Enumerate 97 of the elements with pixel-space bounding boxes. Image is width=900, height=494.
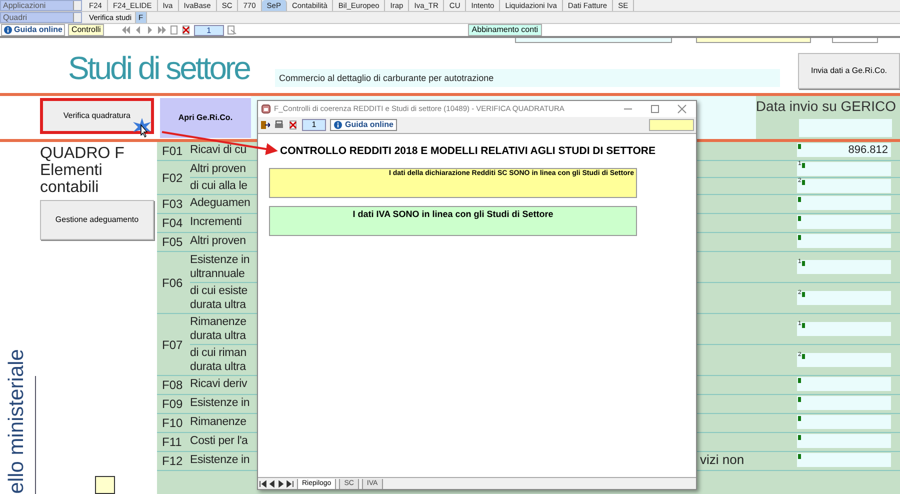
row-code: F11 xyxy=(162,434,182,451)
row-code: F05 xyxy=(162,234,183,251)
match-accounts-button[interactable]: Abbinamento conti xyxy=(468,24,542,36)
send-button[interactable]: Invia dati a Ge.Ri.Co. xyxy=(798,53,900,89)
message-text: I dati IVA SONO in linea con gli Studi di Settore xyxy=(352,208,554,221)
page-title: Studi di settore xyxy=(68,49,250,88)
mark-icon xyxy=(798,454,801,459)
adjust-button[interactable]: Gestione adeguamento xyxy=(40,200,154,240)
activity-field: Commercio al dettaglio di carburante per autotrazione xyxy=(275,69,780,87)
mark-icon xyxy=(802,292,805,297)
dialog-heading: CONTROLLO REDDITI 2018 E MODELLI RELATIVI AGLI STUDI DI SETTORE xyxy=(279,144,656,159)
cursor-icon xyxy=(133,118,153,138)
row-label: di cui alla le xyxy=(190,179,248,193)
row-code: F10 xyxy=(162,415,183,432)
input-field[interactable] xyxy=(696,38,811,43)
input-field[interactable] xyxy=(649,119,694,131)
input-field[interactable] xyxy=(832,38,878,43)
help-button[interactable]: Guida online xyxy=(330,119,398,131)
input-field[interactable] xyxy=(797,196,891,210)
row-label: vizi non xyxy=(700,453,744,467)
input-field[interactable] xyxy=(797,215,891,229)
mark-icon xyxy=(798,416,801,421)
row-label: durata ultra xyxy=(190,360,246,374)
row-label: Altri proven xyxy=(190,234,246,248)
mark-icon xyxy=(798,197,801,202)
info-icon xyxy=(334,121,342,129)
info-icon xyxy=(4,26,12,34)
date-field[interactable] xyxy=(798,119,892,137)
page-field[interactable]: 1 xyxy=(302,119,326,131)
input-field[interactable] xyxy=(515,38,672,43)
row-code: F08 xyxy=(162,377,183,394)
row-label: durata ultra xyxy=(190,298,246,312)
row-label: Rimanenze xyxy=(190,315,246,329)
last-icon[interactable] xyxy=(286,480,294,488)
app-icon xyxy=(261,104,271,114)
mark-icon xyxy=(802,180,805,185)
input-field[interactable]: 896.812 xyxy=(797,143,891,157)
row-code: F06 xyxy=(162,274,183,292)
row-label: Ricavi deriv xyxy=(190,377,248,391)
verify-button[interactable]: Verifica quadratura xyxy=(40,98,154,134)
mark-icon xyxy=(802,163,805,168)
mark-icon xyxy=(802,354,805,359)
delete-icon[interactable] xyxy=(180,25,191,35)
input-field[interactable] xyxy=(797,377,891,391)
input-field[interactable] xyxy=(797,434,891,448)
mark-icon xyxy=(802,261,805,266)
row-code: F12 xyxy=(162,453,183,470)
row-code: F04 xyxy=(162,215,183,232)
row-code: F03 xyxy=(162,196,183,213)
mark-icon xyxy=(802,323,805,328)
delete-icon[interactable] xyxy=(288,120,298,130)
open-gerico-button[interactable]: Apri Ge.Ri.Co. xyxy=(160,98,252,138)
row-label: di cui riman xyxy=(190,346,246,360)
row-label: Incrementi xyxy=(190,215,242,229)
row-label: durata ultra xyxy=(190,329,246,343)
page-field[interactable]: 1 xyxy=(194,24,224,36)
row-label: Rimanenze xyxy=(190,415,246,429)
row-label: Altri proven xyxy=(190,162,246,176)
row-label: Esistenze in xyxy=(190,253,250,267)
row-label: Adeguamen xyxy=(190,196,250,210)
row-label: Ricavi di cu xyxy=(190,143,246,157)
next-icon[interactable] xyxy=(277,480,285,488)
first-icon[interactable] xyxy=(259,480,267,488)
search-icon[interactable] xyxy=(226,25,237,35)
input-field[interactable] xyxy=(797,453,891,467)
mark-icon xyxy=(798,216,801,221)
mark-icon xyxy=(798,144,801,149)
section-title: QUADRO F Elementi contabili xyxy=(40,145,126,196)
page-icon[interactable] xyxy=(168,25,179,35)
help-button[interactable]: Guida online xyxy=(1,24,66,36)
input-field[interactable] xyxy=(95,476,115,494)
mark-icon xyxy=(798,235,801,240)
close-icon[interactable] xyxy=(677,104,687,114)
input-field[interactable] xyxy=(797,415,891,429)
row-label: Esistenze in xyxy=(190,453,250,467)
mark-icon xyxy=(798,397,801,402)
input-field[interactable] xyxy=(797,234,891,248)
mark-icon xyxy=(798,378,801,383)
mark-icon xyxy=(798,435,801,440)
controls-button[interactable]: Controlli xyxy=(68,24,104,36)
print-icon[interactable] xyxy=(274,120,284,130)
row-label: ultrannuale xyxy=(190,267,245,281)
row-code: F09 xyxy=(162,396,183,413)
row-label: Esistenze in xyxy=(190,396,250,410)
row-label: Costi per l'a xyxy=(190,434,248,448)
row-code: F01 xyxy=(162,143,183,160)
applications-dropdown[interactable]: Applicazioni xyxy=(0,0,82,11)
row-code: F02 xyxy=(162,170,183,186)
model-label: ello ministeriale xyxy=(4,349,29,494)
row-label: di cui esiste xyxy=(190,284,248,298)
date-label: Data invio su GERICO xyxy=(756,97,896,116)
quadri-dropdown[interactable]: Quadri xyxy=(0,12,82,23)
previous-icon[interactable] xyxy=(268,480,276,488)
row-code: F07 xyxy=(162,336,183,354)
maximize-icon[interactable] xyxy=(650,104,660,114)
input-field[interactable] xyxy=(797,396,891,410)
exit-icon[interactable] xyxy=(260,120,270,130)
